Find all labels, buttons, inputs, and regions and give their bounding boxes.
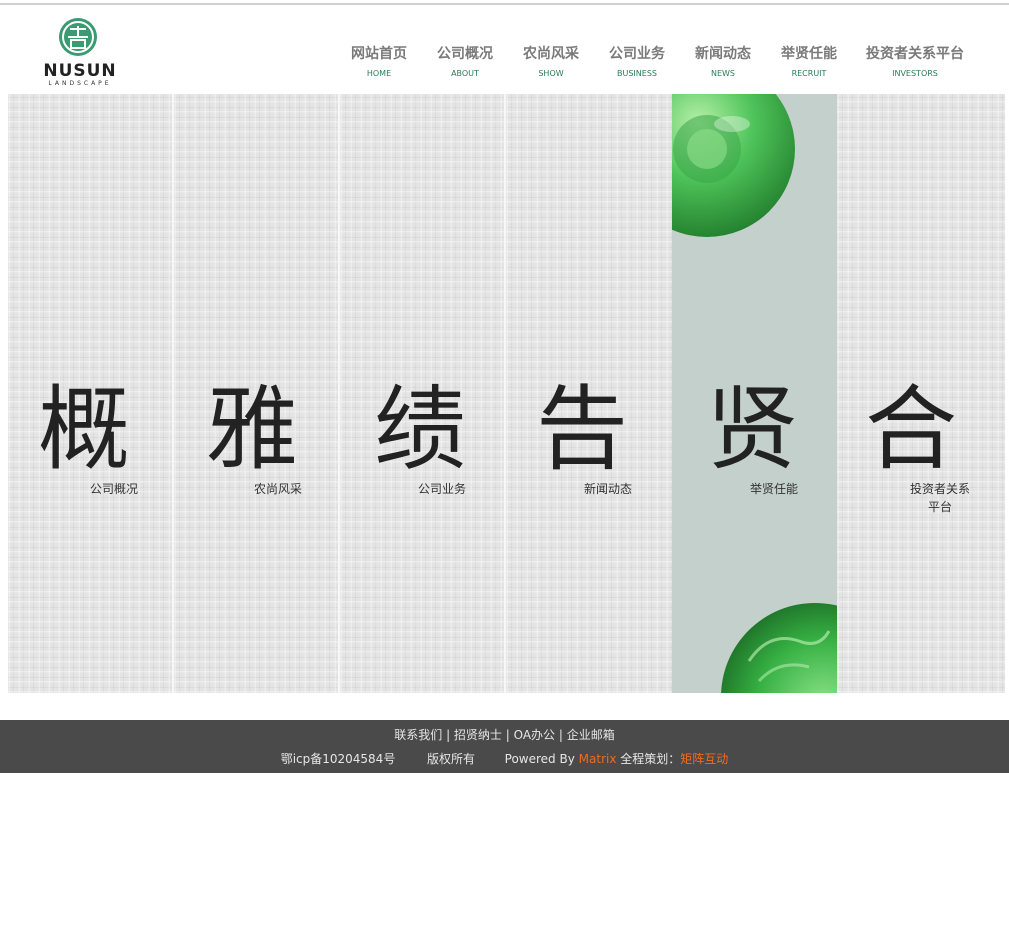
rights-text: 版权所有 bbox=[426, 752, 475, 766]
site-logo[interactable]: NUSUN LANDSCAPE bbox=[38, 17, 122, 89]
nav-news-sublabel: NEWS bbox=[710, 69, 736, 78]
planning-text: 全程策划： bbox=[620, 752, 681, 766]
footer-links: 联系我们 | 招贤纳士 | OA办公 | 企业邮箱 bbox=[0, 727, 1009, 743]
nav-recruit-label: 举贤任能 bbox=[781, 46, 837, 62]
nav-home-sublabel: HOME bbox=[366, 69, 392, 78]
nav-investors-sublabel: INVESTORS bbox=[892, 69, 938, 78]
footer-link-separator: | bbox=[501, 728, 514, 742]
panel-business[interactable]: 绩 公司业务 bbox=[340, 94, 504, 693]
panel-about-char: 概 bbox=[38, 376, 131, 483]
agency-link[interactable]: 矩阵互动 bbox=[680, 752, 728, 766]
jade-carving-bottom-image bbox=[721, 603, 837, 693]
nav-show-sublabel: SHOW bbox=[538, 69, 564, 78]
nav-show[interactable]: 农尚风采 SHOW bbox=[508, 45, 594, 79]
panel-news-char: 告 bbox=[536, 376, 629, 483]
footer-link-oa[interactable]: OA办公 bbox=[514, 728, 555, 742]
nav-investors[interactable]: 投资者关系平台 INVESTORS bbox=[856, 45, 974, 79]
nav-news[interactable]: 新闻动态 NEWS bbox=[680, 45, 766, 79]
footer-link-separator: | bbox=[442, 728, 454, 742]
panel-news-caption: 新闻动态 bbox=[584, 482, 633, 496]
nav-home[interactable]: 网站首页 HOME bbox=[336, 45, 422, 79]
footer-link-contact[interactable]: 联系我们 bbox=[394, 728, 442, 742]
panel-recruit[interactable]: 贤 举贤任能 bbox=[672, 94, 837, 693]
jade-disc-top-image bbox=[672, 94, 795, 237]
logo-brand: NUSUN bbox=[43, 61, 117, 81]
nav-investors-label: 投资者关系平台 bbox=[866, 46, 964, 62]
icp-number: 鄂icp备10204584号 bbox=[280, 752, 396, 766]
panel-news[interactable]: 告 新闻动态 bbox=[506, 94, 672, 693]
nav-news-label: 新闻动态 bbox=[695, 46, 751, 62]
footer-link-mail[interactable]: 企业邮箱 bbox=[567, 728, 615, 742]
nav-business-label: 公司业务 bbox=[609, 46, 665, 62]
powered-by-text: Powered By bbox=[504, 752, 575, 766]
panel-investors-char: 合 bbox=[865, 376, 958, 483]
panel-show[interactable]: 雅 农尚风采 bbox=[174, 94, 338, 693]
panel-business-char: 绩 bbox=[374, 376, 467, 483]
footer-copyright: 鄂icp备10204584号 版权所有 Powered By Matrix 全程… bbox=[0, 751, 1009, 767]
nav-home-label: 网站首页 bbox=[351, 46, 407, 62]
site-header: NUSUN LANDSCAPE 网站首页 HOME 公司概况 ABOUT 农尚风… bbox=[0, 5, 1009, 94]
site-footer: 联系我们 | 招贤纳士 | OA办公 | 企业邮箱 鄂icp备10204584号… bbox=[0, 720, 1009, 773]
nav-business[interactable]: 公司业务 BUSINESS bbox=[594, 45, 680, 79]
panel-investors-caption: 投资者关系 平台 bbox=[907, 480, 973, 516]
nav-business-sublabel: BUSINESS bbox=[617, 69, 657, 78]
matrix-link[interactable]: Matrix bbox=[579, 752, 617, 766]
nav-about[interactable]: 公司概况 ABOUT bbox=[422, 45, 508, 79]
panel-investors-caption-line1: 投资者关系 bbox=[909, 482, 970, 496]
nav-about-sublabel: ABOUT bbox=[451, 69, 479, 78]
panel-recruit-caption: 举贤任能 bbox=[750, 482, 799, 496]
nav-recruit-sublabel: RECRUIT bbox=[791, 69, 827, 78]
logo-subtitle: LANDSCAPE bbox=[48, 80, 112, 87]
panel-business-caption: 公司业务 bbox=[418, 482, 467, 496]
panel-investors-caption-line2: 平台 bbox=[927, 500, 952, 514]
nav-recruit[interactable]: 举贤任能 RECRUIT bbox=[766, 45, 852, 79]
panel-show-caption: 农尚风采 bbox=[254, 482, 303, 496]
footer-link-separator: | bbox=[555, 728, 567, 742]
nav-about-label: 公司概况 bbox=[437, 46, 493, 62]
nav-show-label: 农尚风采 bbox=[523, 46, 579, 62]
feature-panels: 概 公司概况 雅 农尚风采 绩 公司业务 告 新闻动态 贤 举贤任能 合 投资者… bbox=[8, 94, 1005, 693]
panel-about-caption: 公司概况 bbox=[90, 482, 139, 496]
panel-show-char: 雅 bbox=[206, 376, 299, 483]
panel-investors[interactable]: 合 投资者关系 平台 bbox=[837, 94, 1005, 693]
panel-about[interactable]: 概 公司概况 bbox=[8, 94, 172, 693]
panel-recruit-char: 贤 bbox=[706, 376, 799, 483]
logo-emblem-icon bbox=[59, 18, 97, 56]
footer-link-jobs[interactable]: 招贤纳士 bbox=[454, 728, 502, 742]
